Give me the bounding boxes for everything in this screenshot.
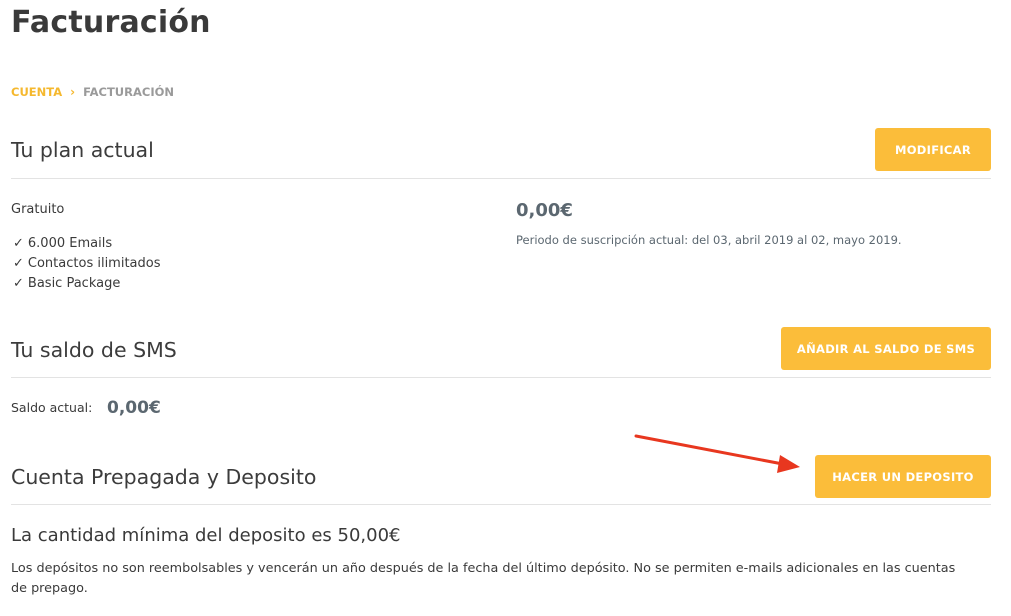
add-sms-balance-button[interactable]: AÑADIR AL SALDO DE SMS (781, 327, 991, 370)
sms-section-title: Tu saldo de SMS (11, 338, 177, 362)
breadcrumb-current: FACTURACIÓN (83, 85, 175, 99)
plan-price: 0,00€ (516, 200, 573, 221)
sms-section-header: Tu saldo de SMS AÑADIR AL SALDO DE SMS (11, 327, 991, 378)
feature-label: 6.000 Emails (27, 236, 113, 251)
modify-plan-button[interactable]: MODIFICAR (875, 128, 991, 171)
check-icon: ✓ (13, 276, 24, 291)
plan-section-header: Tu plan actual MODIFICAR (11, 128, 991, 179)
check-icon: ✓ (13, 256, 24, 271)
breadcrumb-link-cuenta[interactable]: CUENTA (11, 85, 62, 99)
page-title: Facturación (11, 5, 211, 40)
list-item: ✓ Basic Package (13, 274, 161, 294)
plan-name: Gratuito (11, 202, 65, 217)
red-arrow-icon (634, 434, 800, 473)
list-item: ✓ 6.000 Emails (13, 234, 161, 254)
plan-feature-list: ✓ 6.000 Emails ✓ Contactos ilimitados ✓ Bas… (13, 234, 161, 294)
list-item: ✓ Contactos ilimitados (13, 254, 161, 274)
breadcrumb: CUENTA › FACTURACIÓN (11, 85, 174, 99)
feature-label: Contactos ilimitados (27, 256, 161, 271)
prepaid-section-title: Cuenta Prepagada y Deposito (11, 465, 317, 489)
plan-section-title: Tu plan actual (11, 138, 154, 162)
feature-label: Basic Package (27, 276, 121, 291)
check-icon: ✓ (13, 236, 24, 251)
sms-balance-value: 0,00€ (107, 398, 161, 418)
deposit-note: Los depósitos no son reembolsables y ven… (11, 561, 956, 596)
subscription-period: Periodo de suscripción actual: del 03, a… (516, 233, 902, 247)
prepaid-section-header: Cuenta Prepagada y Deposito HACER UN DEP… (11, 455, 991, 505)
min-deposit-text: La cantidad mínima del deposito es 50,00… (11, 525, 401, 546)
sms-balance-label: Saldo actual: (11, 400, 93, 415)
chevron-right-icon: › (70, 85, 76, 99)
make-deposit-button[interactable]: HACER UN DEPOSITO (815, 455, 991, 498)
